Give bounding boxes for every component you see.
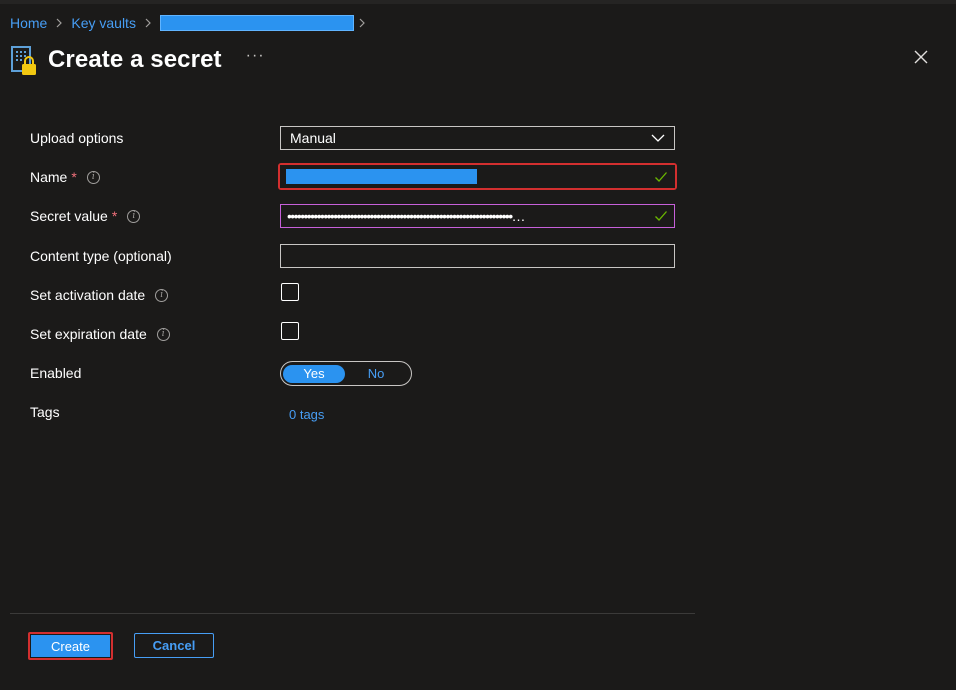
upload-options-row: Upload options bbox=[30, 126, 123, 150]
name-label: Name * i bbox=[30, 169, 100, 185]
enabled-label: Enabled bbox=[30, 365, 82, 381]
info-icon[interactable]: i bbox=[86, 170, 100, 184]
tags-link[interactable]: 0 tags bbox=[289, 407, 324, 422]
tags-label: Tags bbox=[30, 404, 60, 420]
content-type-label: Content type (optional) bbox=[30, 248, 172, 264]
enabled-row: Enabled bbox=[30, 361, 81, 385]
breadcrumb-home[interactable]: Home bbox=[10, 15, 47, 31]
enabled-yes-option[interactable]: Yes bbox=[283, 364, 345, 383]
info-icon[interactable]: i bbox=[156, 327, 170, 341]
expiration-date-label-text: Set expiration date bbox=[30, 326, 147, 342]
required-mark: * bbox=[111, 208, 118, 224]
activation-date-checkbox[interactable] bbox=[281, 283, 299, 301]
secret-value-masked: ••••••••••••••••••••••••••••••••••••••••… bbox=[287, 208, 526, 224]
create-button[interactable]: Create bbox=[31, 635, 110, 657]
enabled-toggle: Yes No bbox=[280, 361, 412, 386]
upload-options-select[interactable]: Manual bbox=[280, 126, 675, 150]
name-label-text: Name bbox=[30, 169, 68, 185]
secret-value-label: Secret value * i bbox=[30, 208, 141, 224]
info-icon[interactable]: i bbox=[127, 209, 141, 223]
chevron-right-icon bbox=[55, 18, 63, 28]
close-icon[interactable] bbox=[910, 46, 932, 68]
top-strip bbox=[0, 0, 956, 4]
name-input[interactable] bbox=[280, 165, 675, 188]
breadcrumb-key-vaults[interactable]: Key vaults bbox=[71, 15, 136, 31]
secret-value-label-text: Secret value bbox=[30, 208, 108, 224]
name-row: Name * i bbox=[30, 165, 100, 189]
chevron-right-icon bbox=[144, 18, 152, 28]
info-icon[interactable]: i bbox=[155, 288, 169, 302]
upload-options-label: Upload options bbox=[30, 130, 124, 146]
chevron-right-icon bbox=[358, 18, 366, 28]
activation-date-row: Set activation date i bbox=[30, 283, 169, 307]
key-vault-secret-icon bbox=[10, 44, 38, 76]
name-value-redacted bbox=[286, 169, 477, 184]
expiration-date-row: Set expiration date i bbox=[30, 322, 170, 346]
breadcrumb: Home Key vaults bbox=[10, 13, 374, 33]
tags-row: Tags bbox=[30, 400, 60, 424]
breadcrumb-vault-redacted[interactable] bbox=[159, 15, 354, 31]
check-icon bbox=[654, 170, 668, 184]
required-mark: * bbox=[71, 169, 77, 185]
secret-value-input[interactable]: ••••••••••••••••••••••••••••••••••••••••… bbox=[280, 204, 675, 228]
chevron-down-icon bbox=[650, 130, 666, 146]
more-options-icon[interactable]: ··· bbox=[246, 47, 265, 65]
footer-divider bbox=[10, 613, 695, 614]
expiration-date-checkbox[interactable] bbox=[281, 322, 299, 340]
content-type-input[interactable] bbox=[280, 244, 675, 268]
cancel-button[interactable]: Cancel bbox=[134, 633, 214, 658]
enabled-no-option[interactable]: No bbox=[345, 365, 407, 383]
upload-options-value: Manual bbox=[290, 130, 336, 146]
activation-date-label: Set activation date i bbox=[30, 287, 169, 303]
secret-value-row: Secret value * i bbox=[30, 204, 141, 228]
content-type-row: Content type (optional) bbox=[30, 244, 172, 268]
check-icon bbox=[654, 209, 668, 223]
page-title: Create a secret bbox=[48, 46, 222, 73]
expiration-date-label: Set expiration date i bbox=[30, 326, 170, 342]
activation-date-label-text: Set activation date bbox=[30, 287, 146, 303]
title-row: Create a secret ··· bbox=[10, 40, 265, 80]
